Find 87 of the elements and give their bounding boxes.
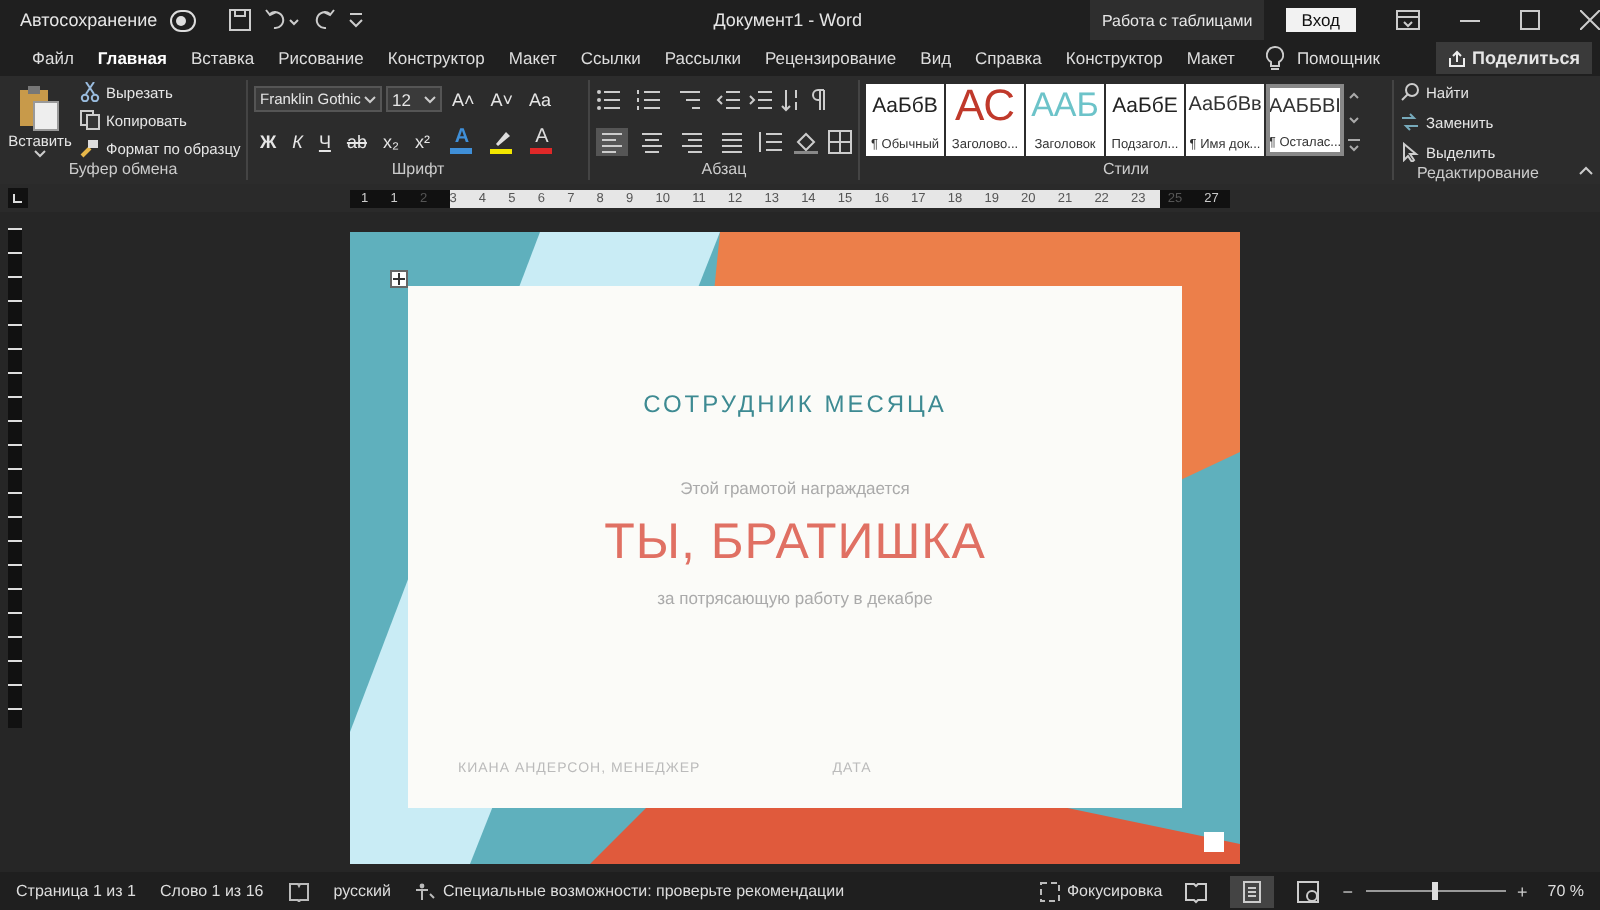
align-button[interactable]: [676, 127, 708, 155]
lightbulb-icon[interactable]: [1266, 46, 1285, 70]
ribbon-tab[interactable]: Ссылки: [568, 44, 653, 72]
accessibility-icon: [414, 881, 437, 901]
caret-icon: [364, 95, 376, 103]
ribbon-tab[interactable]: Макет: [1174, 44, 1247, 72]
recipient-name: ТЫ, БРАТИШКА: [604, 514, 986, 572]
zoom-out-button[interactable]: −: [1342, 881, 1353, 901]
format-button[interactable]: x₂: [376, 131, 405, 151]
undo-icon[interactable]: [264, 8, 301, 32]
format-button[interactable]: Ж: [254, 131, 283, 151]
ribbon-tab[interactable]: Вставка: [178, 44, 267, 72]
ribbon-display-icon[interactable]: [1396, 10, 1420, 30]
format-button[interactable]: К: [286, 131, 309, 151]
zoom-level[interactable]: 70 %: [1547, 882, 1584, 900]
accessibility-status[interactable]: Специальные возможности: проверьте рекомендации: [414, 881, 845, 901]
certificate-intro: Этой грамотой награждается: [680, 478, 910, 498]
group-label: Стили: [1100, 160, 1152, 180]
decrease-indent-icon[interactable]: [716, 87, 740, 111]
group-label: Редактирование: [1415, 164, 1541, 184]
swap-arrows-icon: [1400, 112, 1420, 132]
close-icon[interactable]: [1580, 10, 1600, 30]
context-tab-label: Работа с таблицами: [1090, 0, 1264, 40]
increase-indent-icon[interactable]: [748, 87, 772, 111]
font-size-button[interactable]: Aa: [523, 89, 558, 109]
borders-icon[interactable]: [828, 129, 852, 153]
share-icon: [1447, 49, 1466, 67]
format-button[interactable]: x²: [408, 131, 436, 151]
format-button[interactable]: Ч: [312, 131, 337, 151]
align-button[interactable]: [636, 127, 668, 155]
font-color-button[interactable]: A: [527, 128, 556, 154]
line-spacing-icon[interactable]: [756, 129, 784, 153]
ribbon-tab[interactable]: Конструктор: [1053, 44, 1175, 72]
scissors-icon: [80, 82, 100, 102]
group-label: Шрифт: [389, 160, 447, 180]
ribbon-tab[interactable]: Файл: [20, 44, 86, 72]
certificate-reason: за потрясающую работу в декабре: [657, 588, 933, 608]
ribbon-tab[interactable]: Главная: [85, 44, 179, 72]
ribbon-tab[interactable]: Конструктор: [375, 44, 497, 72]
book-icon[interactable]: [287, 881, 310, 901]
caret-icon: [34, 149, 46, 157]
window-title: Документ1 - Word: [711, 10, 864, 30]
format-button[interactable]: ab: [340, 131, 373, 151]
autosave-toggle[interactable]: [169, 9, 197, 31]
ribbon-tab[interactable]: Рисование: [266, 44, 376, 72]
ribbon-tab[interactable]: Вид: [908, 44, 964, 72]
share-button[interactable]: Поделиться: [1435, 42, 1592, 74]
page-count[interactable]: Страница 1 из 1: [16, 882, 136, 900]
language-label[interactable]: русский: [333, 882, 391, 900]
ribbon-tab[interactable]: Макет: [496, 44, 569, 72]
text-effects-button[interactable]: A: [447, 128, 476, 154]
certificate-heading: СОТРУДНИК МЕСЯЦА: [643, 390, 947, 418]
zoom-in-button[interactable]: +: [1517, 881, 1528, 901]
group-label: Абзац: [699, 160, 749, 180]
assistant-link[interactable]: Помощник: [1284, 44, 1392, 72]
font-size-button[interactable]: A˅: [484, 89, 520, 109]
copy-icon: [80, 110, 100, 130]
corner-marker: [1204, 832, 1224, 852]
paintbrush-icon: [80, 138, 100, 158]
focus-icon: [1040, 881, 1061, 901]
sign-in-button[interactable]: Вход: [1285, 8, 1356, 32]
autosave-label: Автосохранение: [20, 10, 158, 30]
save-icon[interactable]: [228, 8, 253, 32]
caret-icon: [424, 95, 436, 103]
ribbon-tab[interactable]: Справка: [963, 44, 1054, 72]
search-icon: [1400, 82, 1420, 102]
group-label: Буфер обмена: [66, 160, 180, 180]
tab-selector-icon[interactable]: [8, 188, 28, 208]
shading-icon[interactable]: [792, 129, 820, 153]
align-button[interactable]: [716, 127, 748, 155]
font-size-field[interactable]: 12: [386, 86, 442, 112]
pointer-icon: [1400, 142, 1420, 162]
align-button[interactable]: [596, 127, 628, 155]
print-layout-icon[interactable]: [1230, 875, 1275, 907]
ribbon-tab[interactable]: Рассылки: [652, 44, 754, 72]
ribbon-tab[interactable]: Рецензирование: [753, 44, 909, 72]
word-count[interactable]: Слово 1 из 16: [159, 882, 264, 900]
focus-button[interactable]: Фокусировка: [1040, 881, 1163, 901]
clipboard-icon: [18, 83, 62, 131]
customize-toolbar-icon[interactable]: [348, 12, 365, 28]
highlight-button[interactable]: [487, 129, 516, 153]
pilcrow-icon[interactable]: [812, 87, 828, 111]
font-size-button[interactable]: A˄: [446, 89, 481, 109]
table-move-handle-icon[interactable]: [390, 270, 408, 288]
collapse-ribbon-icon[interactable]: [1578, 164, 1594, 176]
maximize-icon[interactable]: [1520, 10, 1540, 30]
redo-icon[interactable]: [312, 8, 337, 32]
